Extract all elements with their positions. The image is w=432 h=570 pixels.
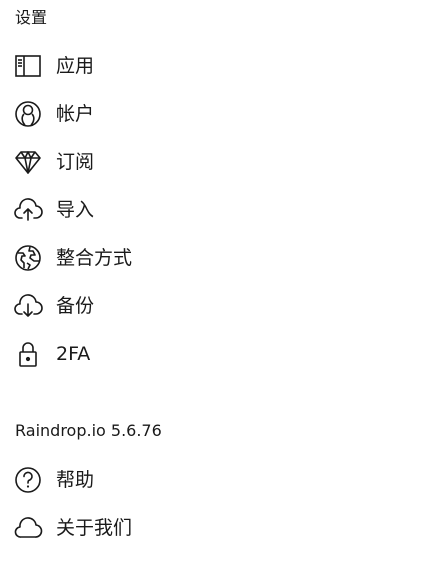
menu-item-2fa[interactable]: 2FA — [12, 336, 312, 372]
lock-icon — [12, 338, 44, 370]
cloud-download-icon — [12, 290, 44, 322]
menu-item-label: 整合方式 — [56, 247, 133, 269]
help-icon — [12, 464, 44, 496]
menu-item-label: 导入 — [56, 199, 95, 221]
settings-panel: 设置 应用 帐户 订阅 导入 整合方式 备份 2FA Raindrop.io 5… — [0, 0, 432, 570]
menu-item-account[interactable]: 帐户 — [12, 96, 312, 132]
menu-item-import[interactable]: 导入 — [12, 192, 312, 228]
app-layout-icon — [12, 50, 44, 82]
menu-item-label: 帮助 — [56, 469, 95, 491]
menu-item-backup[interactable]: 备份 — [12, 288, 312, 324]
cloud-icon — [12, 512, 44, 544]
menu-item-help[interactable]: 帮助 — [12, 462, 312, 498]
cloud-upload-icon — [12, 194, 44, 226]
menu-item-integrations[interactable]: 整合方式 — [12, 240, 312, 276]
menu-item-label: 帐户 — [56, 103, 95, 125]
diamond-icon — [12, 146, 44, 178]
globe-icon — [12, 242, 44, 274]
menu-item-label: 应用 — [56, 55, 95, 77]
menu-item-subscription[interactable]: 订阅 — [12, 144, 312, 180]
menu-item-app[interactable]: 应用 — [12, 48, 312, 84]
app-version: Raindrop.io 5.6.76 — [15, 421, 162, 440]
menu-item-label: 备份 — [56, 295, 95, 317]
menu-item-label: 订阅 — [56, 151, 95, 173]
settings-heading: 设置 — [15, 8, 48, 27]
menu-item-label: 关于我们 — [56, 517, 133, 539]
menu-item-about[interactable]: 关于我们 — [12, 510, 312, 546]
account-icon — [12, 98, 44, 130]
menu-item-label: 2FA — [56, 343, 91, 365]
